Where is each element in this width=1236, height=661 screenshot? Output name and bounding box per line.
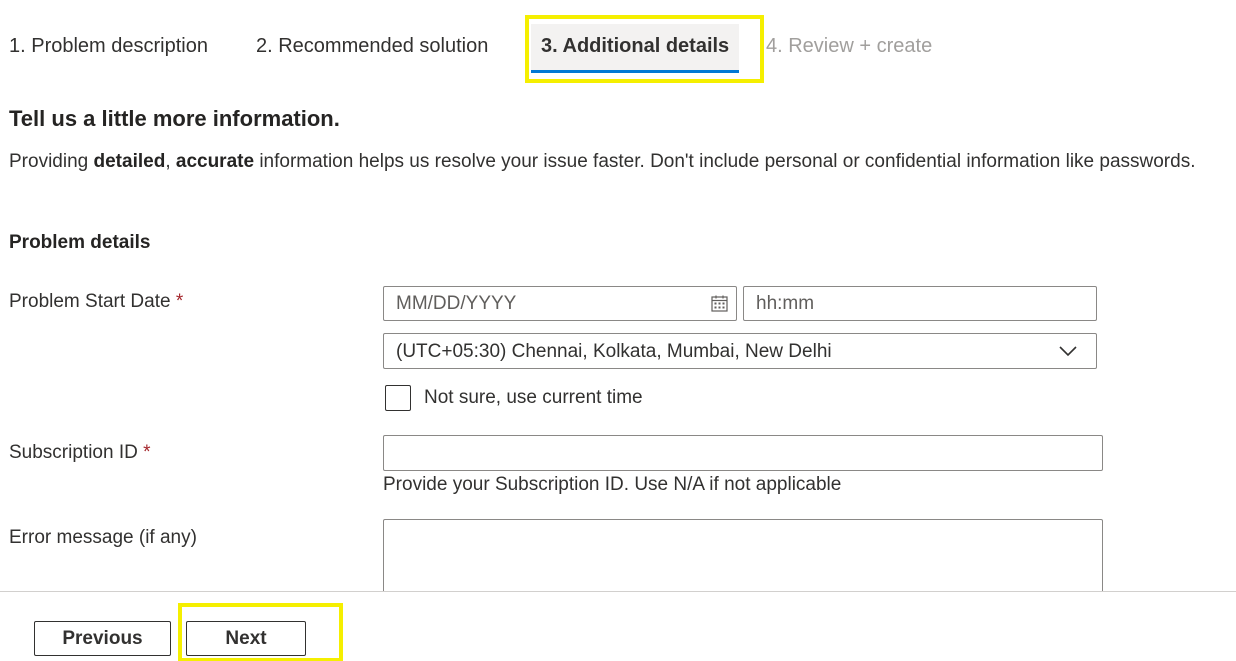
subscription-id-label-text: Subscription ID [9, 442, 138, 463]
tab-problem-description[interactable]: 1. Problem description [9, 32, 208, 60]
tab-additional-details[interactable]: 3. Additional details [531, 24, 740, 73]
chevron-down-icon [1059, 346, 1077, 357]
next-button[interactable]: Next [186, 621, 306, 656]
intro-text: Providing detailed, accurate information… [9, 151, 1195, 173]
current-time-checkbox-label[interactable]: Not sure, use current time [424, 387, 643, 409]
support-request-page: 1. Problem description 2. Recommended so… [0, 0, 1236, 661]
intro-bold-detailed: detailed [93, 151, 166, 172]
tab-recommended-solution[interactable]: 2. Recommended solution [256, 32, 488, 60]
date-input[interactable]: MM/DD/YYYY [383, 286, 737, 321]
time-input[interactable]: hh:mm [743, 286, 1097, 321]
intro-prefix: Providing [9, 151, 94, 172]
section-title-problem-details: Problem details [9, 232, 151, 253]
subscription-id-help: Provide your Subscription ID. Use N/A if… [383, 474, 842, 495]
timezone-value: (UTC+05:30) Chennai, Kolkata, Mumbai, Ne… [396, 341, 832, 362]
subscription-id-input[interactable] [383, 435, 1103, 471]
footer-bar: Previous Next [0, 591, 1236, 661]
required-mark: * [175, 291, 184, 312]
problem-start-date-label-text: Problem Start Date [9, 291, 171, 312]
problem-start-date-label: Problem Start Date * [9, 291, 183, 313]
current-time-checkbox[interactable] [385, 385, 411, 411]
intro-mid: , [165, 151, 176, 172]
tab-review-create: 4. Review + create [766, 35, 933, 57]
time-placeholder: hh:mm [756, 293, 815, 314]
calendar-icon[interactable] [711, 295, 728, 312]
required-mark: * [143, 442, 151, 463]
date-placeholder: MM/DD/YYYY [396, 293, 517, 314]
page-title: Tell us a little more information. [9, 106, 340, 131]
subscription-id-label: Subscription ID * [9, 442, 151, 464]
intro-suffix: information helps us resolve your issue … [254, 151, 1196, 172]
error-message-label: Error message (if any) [9, 527, 197, 548]
tab-additional-details-label: 3. Additional details [541, 35, 730, 57]
wizard-tabs: 1. Problem description 2. Recommended so… [0, 18, 1236, 78]
intro-bold-accurate: accurate [175, 151, 255, 172]
active-tab-underline [531, 70, 740, 73]
previous-button[interactable]: Previous [34, 621, 171, 656]
timezone-select[interactable]: (UTC+05:30) Chennai, Kolkata, Mumbai, Ne… [383, 333, 1097, 369]
